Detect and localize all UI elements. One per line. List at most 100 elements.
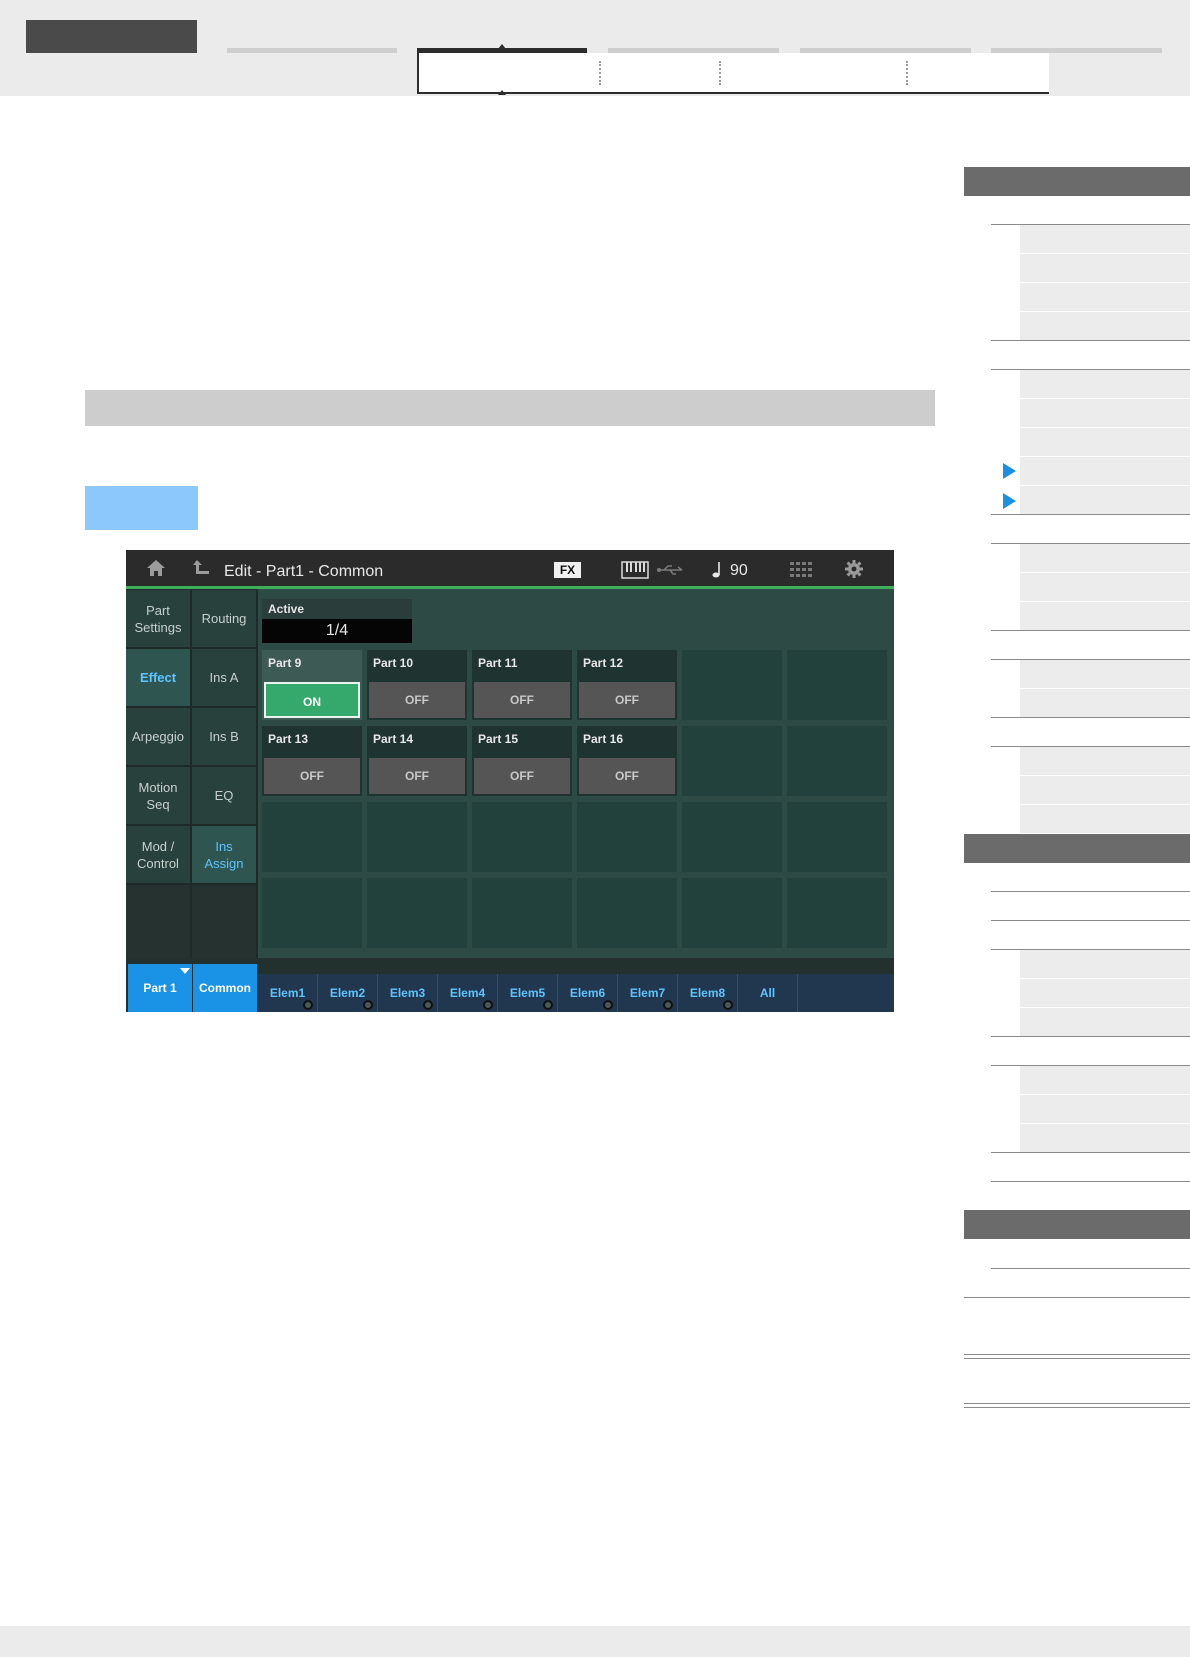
- element-switch-icon: [603, 1000, 613, 1010]
- quarter-note-icon: [711, 560, 723, 585]
- top-tab-1[interactable]: [227, 48, 397, 53]
- tab-arpeggio[interactable]: Arpeggio: [126, 708, 190, 765]
- part-14-toggle[interactable]: OFF: [369, 758, 465, 794]
- nav-item[interactable]: [1020, 979, 1190, 1007]
- part-16-toggle[interactable]: OFF: [579, 758, 675, 794]
- tab-ins-assign[interactable]: Ins Assign: [192, 826, 256, 883]
- nav-divider: [991, 717, 1190, 718]
- part-16-cell[interactable]: Part 16 OFF: [577, 726, 677, 796]
- nav-item[interactable]: [1020, 1124, 1190, 1152]
- part-label: Part 14: [373, 732, 414, 746]
- tempo-value[interactable]: 90: [730, 562, 748, 580]
- active-count: 1/4: [262, 619, 412, 643]
- nav-item[interactable]: [1020, 805, 1190, 833]
- part-12-cell[interactable]: Part 12 OFF: [577, 650, 677, 720]
- grid-icon[interactable]: [790, 562, 812, 583]
- section-heading-bar: [85, 390, 935, 426]
- part-14-cell[interactable]: Part 14 OFF: [367, 726, 467, 796]
- part-13-toggle[interactable]: OFF: [264, 758, 360, 794]
- element-switch-icon: [483, 1000, 493, 1010]
- part-15-cell[interactable]: Part 15 OFF: [472, 726, 572, 796]
- sub-tab-up-arrow-icon: [498, 90, 506, 95]
- nav-item-current[interactable]: [1020, 457, 1190, 485]
- screen-title: Edit - Part1 - Common: [224, 563, 384, 580]
- nav-divider: [991, 1152, 1190, 1153]
- part-13-cell[interactable]: Part 13 OFF: [262, 726, 362, 796]
- sub-tab-bar: [417, 53, 1049, 94]
- nav-divider: [991, 514, 1190, 515]
- nav-section-header[interactable]: [964, 167, 1190, 196]
- tab-effect[interactable]: Effect: [126, 649, 190, 706]
- home-icon[interactable]: [145, 558, 167, 582]
- nav-item[interactable]: [1020, 573, 1190, 601]
- nav-item[interactable]: [1020, 370, 1190, 398]
- empty-cell: [577, 878, 677, 948]
- nav-divider: [991, 340, 1190, 341]
- nav-item[interactable]: [1020, 660, 1190, 688]
- tab-routing[interactable]: Routing: [192, 590, 256, 647]
- part-12-toggle[interactable]: OFF: [579, 682, 675, 718]
- empty-cell: [682, 650, 782, 720]
- nav-item[interactable]: [1020, 428, 1190, 456]
- empty-cell: [787, 878, 887, 948]
- nav-item[interactable]: [1020, 689, 1190, 717]
- nav-divider: [964, 1403, 1190, 1404]
- tab-empty: [192, 885, 256, 958]
- element-switch-icon: [423, 1000, 433, 1010]
- nav-item[interactable]: [1020, 1008, 1190, 1036]
- tab-ins-b[interactable]: Ins B: [192, 708, 256, 765]
- nav-item[interactable]: [1020, 602, 1190, 630]
- empty-cell: [262, 878, 362, 948]
- nav-divider: [964, 1407, 1190, 1408]
- nav-item[interactable]: [1020, 312, 1190, 340]
- nav-item[interactable]: [1020, 776, 1190, 804]
- nav-item[interactable]: [1020, 747, 1190, 775]
- empty-cell: [367, 802, 467, 872]
- nav-item[interactable]: [1020, 399, 1190, 427]
- part-10-cell[interactable]: Part 10 OFF: [367, 650, 467, 720]
- nav-item[interactable]: [1020, 1095, 1190, 1123]
- nav-item[interactable]: [1020, 950, 1190, 978]
- nav-item[interactable]: [1020, 283, 1190, 311]
- operation-tag: [85, 486, 198, 530]
- nav-section-header[interactable]: [964, 834, 1190, 863]
- nav-item[interactable]: [1020, 544, 1190, 572]
- part-11-cell[interactable]: Part 11 OFF: [472, 650, 572, 720]
- nav-divider: [991, 1268, 1190, 1269]
- nav-item[interactable]: [1020, 254, 1190, 282]
- tab-up-arrow-icon: [498, 44, 506, 49]
- fx-icon: FX: [554, 562, 581, 578]
- sub-tab-divider: [599, 61, 601, 85]
- nav-item[interactable]: [1020, 1066, 1190, 1094]
- tab-motion-seq[interactable]: Motion Seq: [126, 767, 190, 824]
- element-switch-icon: [663, 1000, 673, 1010]
- current-page-arrow-icon: [1003, 463, 1016, 479]
- part-label: Part 11: [478, 656, 518, 670]
- part-11-toggle[interactable]: OFF: [474, 682, 570, 718]
- part-label: Part 12: [583, 656, 624, 670]
- gear-icon[interactable]: [844, 559, 864, 584]
- nav-divider: [991, 891, 1190, 892]
- all-tab[interactable]: All: [738, 974, 798, 1012]
- nav-item[interactable]: [1020, 225, 1190, 253]
- tab-mod-control[interactable]: Mod / Control: [126, 826, 190, 883]
- empty-cell: [787, 726, 887, 796]
- empty-cell: [787, 650, 887, 720]
- tab-ins-a[interactable]: Ins A: [192, 649, 256, 706]
- common-button[interactable]: Common: [193, 964, 257, 1012]
- tab-eq[interactable]: EQ: [192, 767, 256, 824]
- active-label: Active: [262, 599, 412, 619]
- part-15-toggle[interactable]: OFF: [474, 758, 570, 794]
- part-10-toggle[interactable]: OFF: [369, 682, 465, 718]
- back-icon[interactable]: [192, 558, 212, 582]
- nav-item-current[interactable]: [1020, 486, 1190, 514]
- part-9-toggle[interactable]: ON: [264, 682, 360, 718]
- usb-icon: [656, 563, 686, 582]
- current-page-arrow-icon: [1003, 493, 1016, 509]
- tab-part-settings[interactable]: Part Settings: [126, 590, 190, 647]
- empty-cell: [682, 878, 782, 948]
- element-switch-icon: [363, 1000, 373, 1010]
- part-9-cell[interactable]: Part 9 ON: [262, 650, 362, 720]
- nav-section-header[interactable]: [964, 1210, 1190, 1239]
- empty-cell: [262, 802, 362, 872]
